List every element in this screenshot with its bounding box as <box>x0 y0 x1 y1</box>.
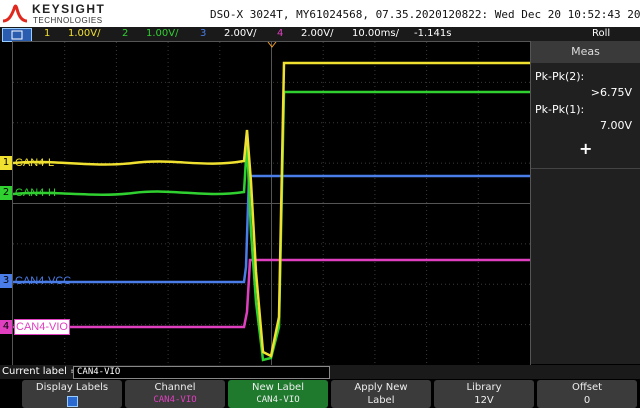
header-bar: KEYSIGHT TECHNOLOGIES DSO-X 3024T, MY610… <box>0 0 640 27</box>
ch4-label: CAN4-VIO <box>14 319 70 335</box>
softkey-label: Offset <box>571 382 603 393</box>
ch1-number[interactable]: 1 <box>44 28 50 39</box>
ch2-label: CAN4-H <box>15 187 56 199</box>
ch2-ground-marker[interactable]: 2 <box>0 186 12 200</box>
softkey-value: CAN4-VIO <box>153 395 197 405</box>
softkey-label: New Label <box>252 382 304 393</box>
acquisition-mode[interactable]: Roll <box>592 28 610 39</box>
ch4-ground-marker[interactable]: 4 <box>0 320 12 334</box>
softkey-label-line2: Label <box>367 395 395 406</box>
ch4-number[interactable]: 4 <box>277 28 283 39</box>
softkey-label: Display Labels <box>35 382 109 393</box>
ch1-ground-marker[interactable]: 1 <box>0 156 12 170</box>
softkey-label: Channel <box>154 382 196 393</box>
softkey-label: Apply New <box>354 382 408 393</box>
status-bar: 1 1.00V/ 2 1.00V/ 3 2.00V/ 4 2.00V/ 10.0… <box>0 27 640 42</box>
meas-title[interactable]: Meas <box>531 41 640 63</box>
softkey-channel[interactable]: Channel CAN4-VIO <box>125 380 225 408</box>
ch2-scale[interactable]: 1.00V/ <box>146 28 178 39</box>
current-label-bar: Current label = CAN4-VIO <box>0 365 640 379</box>
ch4-scale[interactable]: 2.00V/ <box>301 28 333 39</box>
softkey-library[interactable]: Library 12V <box>434 380 534 408</box>
softkey-apply-new-label[interactable]: Apply New Label <box>331 380 431 408</box>
softkey-value: 12V <box>474 395 494 406</box>
add-measurement-icon[interactable]: + <box>579 139 592 158</box>
delay[interactable]: -1.141s <box>414 28 451 39</box>
channel-label-overlay: 1 CAN4-L 2 CAN4-H 3 CAN4-VCC 4 CAN4-VIO <box>0 41 100 364</box>
softkey-bar: Display Labels Channel CAN4-VIO New Labe… <box>0 380 640 408</box>
meas-value-2: 7.00V <box>599 119 632 132</box>
instrument-info: DSO-X 3024T, MY61024568, 07.35.202012082… <box>210 8 640 21</box>
softkey-display-labels[interactable]: Display Labels <box>22 380 122 408</box>
ch3-ground-marker[interactable]: 3 <box>0 274 12 288</box>
keysight-logo: KEYSIGHT TECHNOLOGIES <box>2 1 162 27</box>
measurements-panel: Meas Pk-Pk(2): >6.75V Pk-Pk(1): 7.00V + <box>531 41 640 364</box>
ch3-scale[interactable]: 2.00V/ <box>224 28 256 39</box>
meas-label-2: Pk-Pk(1): <box>535 103 585 116</box>
meas-divider <box>531 168 640 169</box>
ch1-scale[interactable]: 1.00V/ <box>68 28 100 39</box>
waveform-menu-icon[interactable] <box>2 28 32 42</box>
meas-label-1: Pk-Pk(2): <box>535 70 585 83</box>
softkey-value: CAN4-VIO <box>256 395 300 405</box>
current-label-prefix: Current label = <box>2 366 79 377</box>
softkey-value: 0 <box>583 395 591 406</box>
timebase[interactable]: 10.00ms/ <box>352 28 399 39</box>
ch1-label: CAN4-L <box>15 157 55 169</box>
meas-value-1: >6.75V <box>590 86 632 99</box>
current-label-field[interactable]: CAN4-VIO <box>73 366 330 379</box>
softkey-offset[interactable]: Offset 0 <box>537 380 637 408</box>
ch3-number[interactable]: 3 <box>200 28 206 39</box>
softkey-label: Library <box>466 382 502 393</box>
brand-subtitle: TECHNOLOGIES <box>33 16 103 25</box>
softkey-new-label[interactable]: New Label CAN4-VIO <box>228 380 328 408</box>
checkbox-icon <box>67 396 78 407</box>
ch3-label: CAN4-VCC <box>15 275 72 287</box>
brand-name: KEYSIGHT <box>32 2 106 16</box>
ch2-number[interactable]: 2 <box>122 28 128 39</box>
keysight-wave-icon <box>2 4 28 23</box>
